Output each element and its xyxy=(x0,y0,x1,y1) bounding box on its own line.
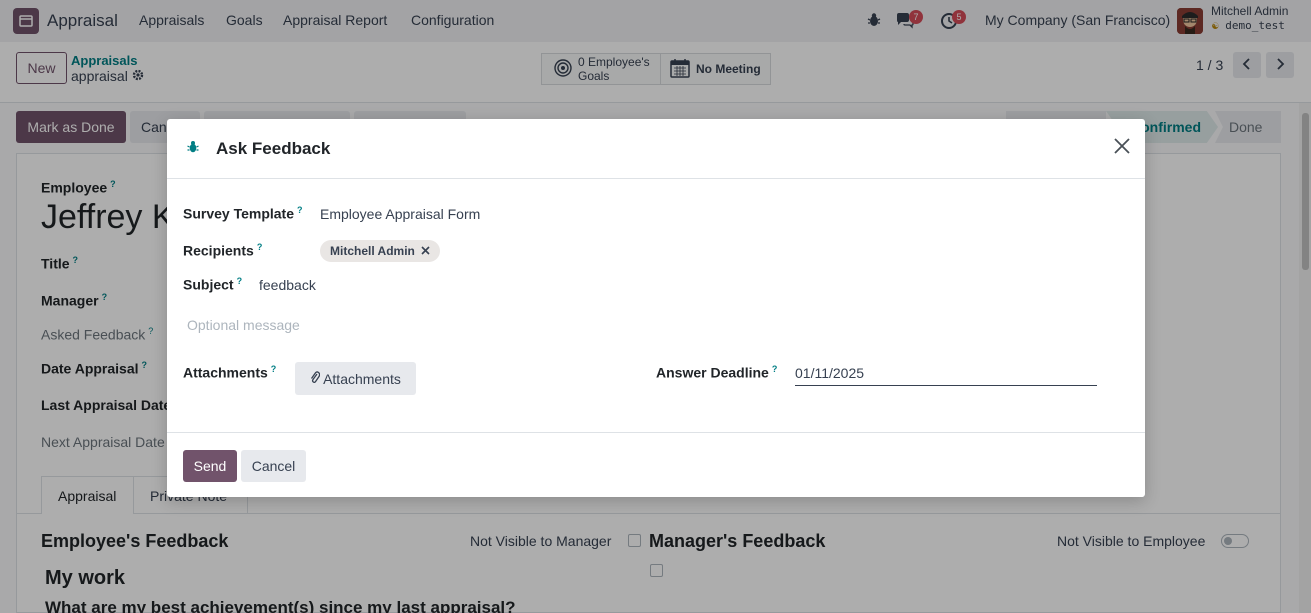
subject-label: Subject? xyxy=(183,276,242,293)
help-icon[interactable]: ? xyxy=(237,276,243,286)
dialog-header: Ask Feedback xyxy=(167,119,1145,179)
recipient-tag-label: Mitchell Admin xyxy=(330,244,415,258)
attachments-button-label: Attachments xyxy=(323,370,401,387)
survey-template-label-text: Survey Template xyxy=(183,205,295,222)
bug-icon[interactable] xyxy=(187,140,199,157)
ask-feedback-dialog: Ask Feedback Survey Template? Employee A… xyxy=(167,119,1145,497)
subject-label-text: Subject xyxy=(183,276,234,293)
dialog-title: Ask Feedback xyxy=(216,139,331,158)
help-icon[interactable]: ? xyxy=(257,242,263,252)
recipients-label-text: Recipients xyxy=(183,242,254,259)
help-icon[interactable]: ? xyxy=(271,364,277,374)
help-icon[interactable]: ? xyxy=(297,205,303,215)
attachments-label-text: Attachments xyxy=(183,364,268,381)
survey-template-label: Survey Template? xyxy=(183,205,303,222)
attachments-label: Attachments? xyxy=(183,364,276,381)
answer-deadline-label: Answer Deadline? xyxy=(656,364,777,381)
subject-input[interactable]: feedback xyxy=(259,277,316,293)
help-icon[interactable]: ? xyxy=(772,364,778,374)
close-icon[interactable] xyxy=(1111,137,1133,159)
cancel-button[interactable]: Cancel xyxy=(241,450,306,482)
answer-deadline-input[interactable]: 01/11/2025 xyxy=(795,363,1097,386)
paperclip-icon xyxy=(310,370,321,387)
recipient-tag[interactable]: Mitchell Admin xyxy=(320,240,440,262)
survey-template-field[interactable]: Employee Appraisal Form xyxy=(320,206,480,222)
dialog-footer: Send Cancel xyxy=(167,432,1145,497)
answer-deadline-label-text: Answer Deadline xyxy=(656,364,769,381)
recipients-label: Recipients? xyxy=(183,242,262,259)
send-button[interactable]: Send xyxy=(183,450,237,482)
attachments-button[interactable]: Attachments xyxy=(295,362,416,395)
message-input[interactable]: Optional message xyxy=(187,317,300,333)
remove-tag-icon[interactable] xyxy=(421,244,430,258)
